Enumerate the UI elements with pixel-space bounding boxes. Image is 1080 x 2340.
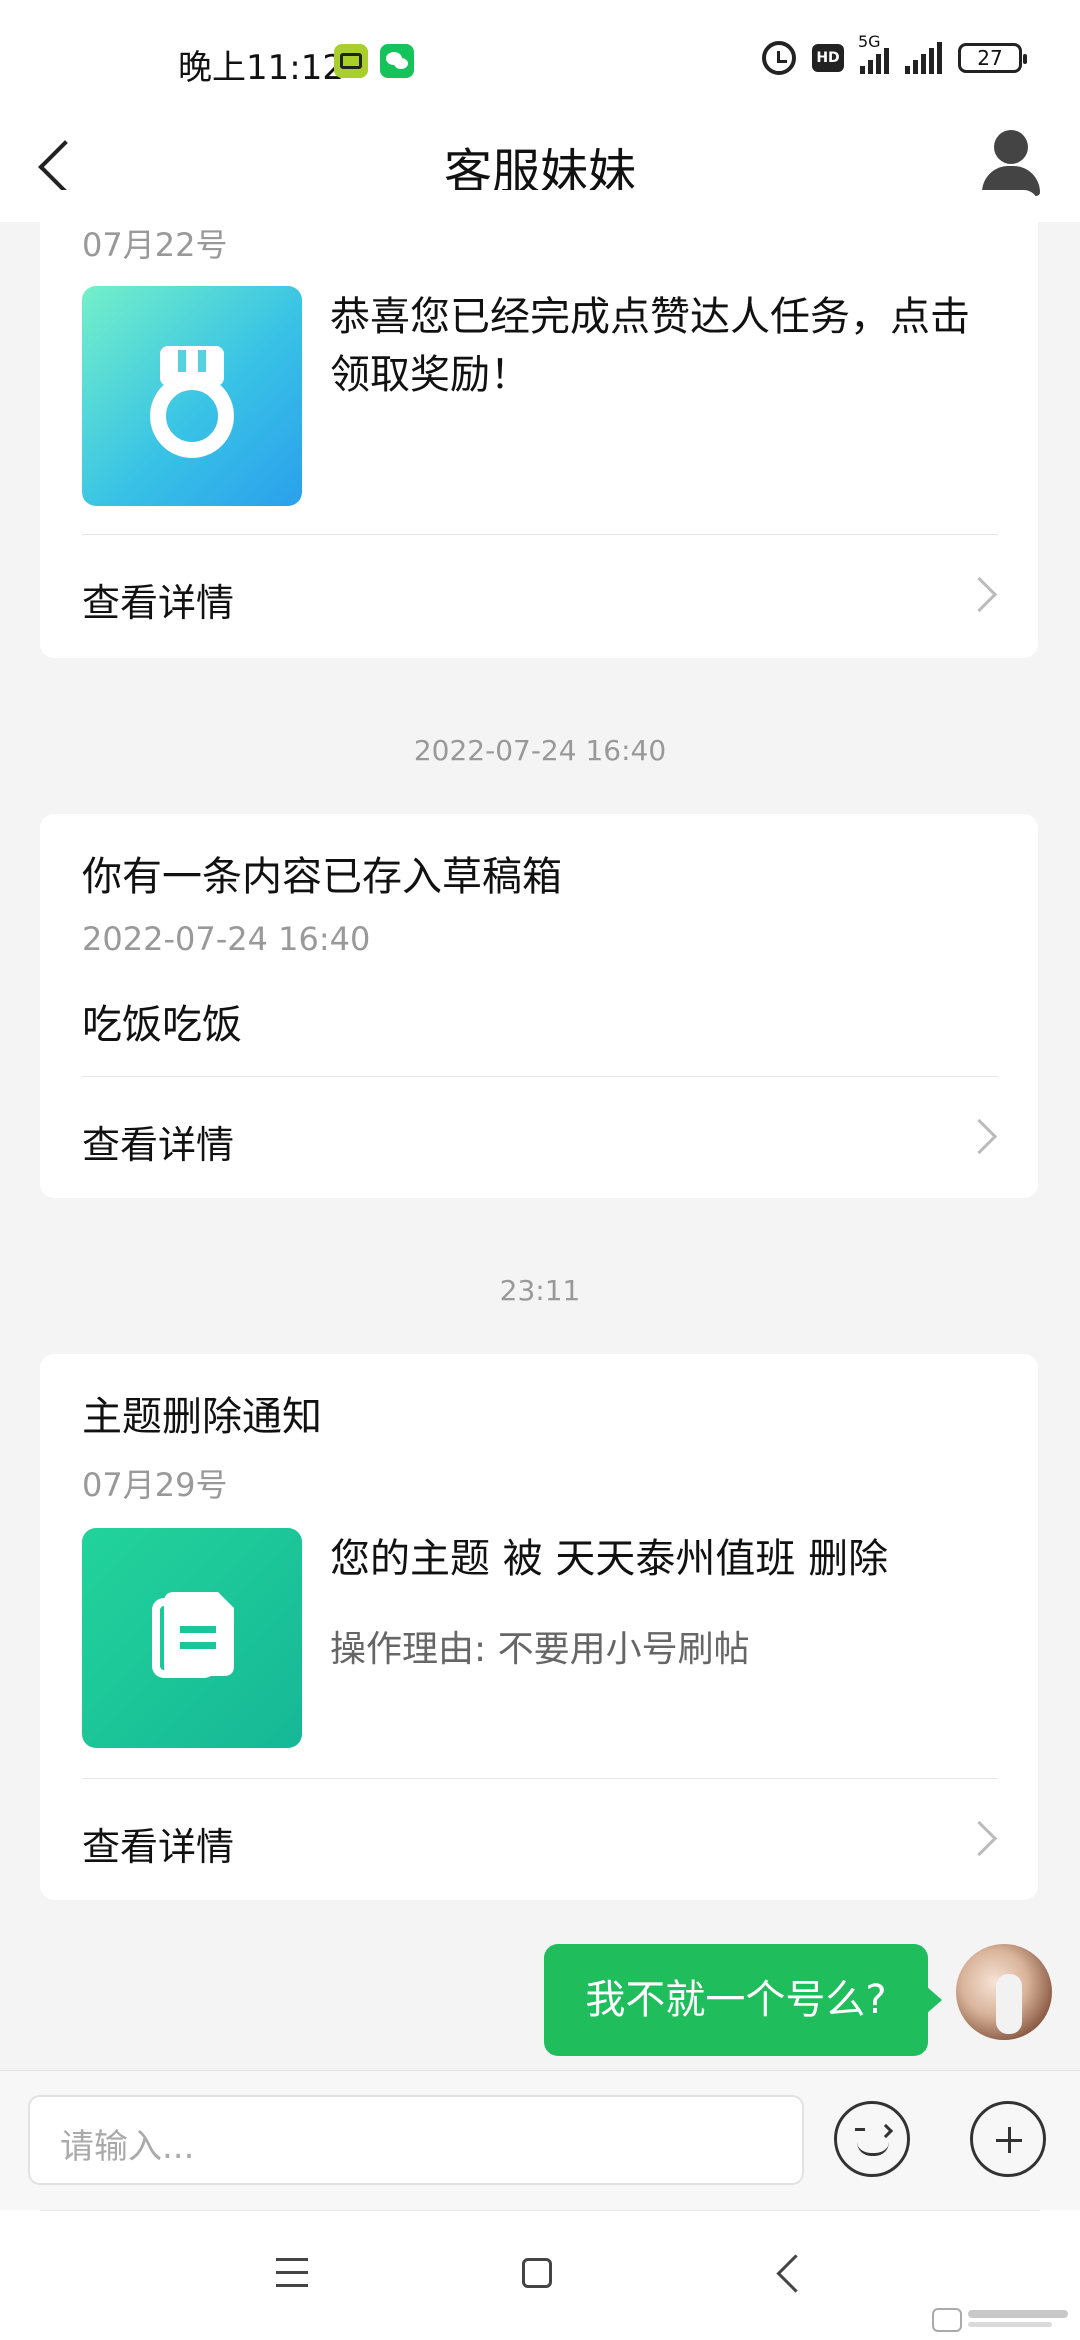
message-input[interactable]: 请输入... (28, 2095, 804, 2185)
card-date: 07月29号 (82, 1466, 228, 1504)
emoji-icon-eye (855, 2128, 865, 2131)
watermark-logo-mark (932, 2308, 962, 2332)
medal-icon (82, 286, 302, 506)
alarm-icon (762, 41, 796, 75)
network-type: 5G (858, 32, 881, 51)
add-button[interactable] (970, 2101, 1046, 2177)
person-icon (994, 130, 1028, 164)
profile-button[interactable] (976, 126, 1046, 196)
chevron-right-icon (961, 1118, 998, 1155)
document-icon (82, 1528, 302, 1748)
message-card: 07月22号 恭喜您已经完成点赞达人任务，点击领取奖励！ 查看详情 (40, 190, 1038, 658)
battery-icon: 27 (958, 43, 1027, 73)
message-card: 主题删除通知 07月29号 您的主题 被 天天泰州值班 删除 操作理由: 不要用… (40, 1354, 1038, 1900)
card-divider (82, 1778, 998, 1779)
document-glyph (152, 1592, 234, 1678)
avatar[interactable] (956, 1944, 1052, 2040)
watermark-logo (920, 2300, 1080, 2340)
card-title: 你有一条内容已存入草稿箱 (82, 854, 562, 900)
sim-card-icon (334, 44, 368, 78)
emoji-icon-mouth (857, 2142, 889, 2156)
chevron-right-icon (961, 1820, 998, 1857)
view-details-link[interactable]: 查看详情 (40, 536, 1038, 656)
chevron-right-icon (961, 576, 998, 613)
message-card: 你有一条内容已存入草稿箱 2022-07-24 16:40 吃饭吃饭 查看详情 (40, 814, 1038, 1198)
card-description: 您的主题 被 天天泰州值班 删除 (330, 1536, 889, 1582)
card-date: 07月22号 (82, 226, 228, 264)
view-details-link[interactable]: 查看详情 (40, 1078, 1038, 1198)
medal-glyph (150, 346, 234, 458)
emoji-button[interactable] (834, 2101, 910, 2177)
sent-message-bubble[interactable]: 我不就一个号么? (544, 1944, 942, 2056)
signal-5g-icon: 5G (858, 32, 889, 74)
watermark-logo-text (968, 2310, 1068, 2318)
system-nav-bar (0, 2210, 1080, 2340)
chat-screen: 晚上11:12 HD 5G 27 客服妹妹 07月22号 恭喜您已经完成点赞达人… (0, 0, 1080, 2340)
card-body: 吃饭吃饭 (82, 1002, 242, 1048)
card-divider (82, 1076, 998, 1077)
input-bar: 请输入... (0, 2070, 1080, 2211)
view-details-label: 查看详情 (82, 581, 235, 625)
card-reason: 操作理由: 不要用小号刷帖 (330, 1629, 750, 1670)
view-details-label: 查看详情 (82, 1123, 235, 1167)
status-time: 晚上11:12 (178, 48, 344, 88)
back-nav-icon[interactable] (776, 2254, 815, 2293)
input-placeholder: 请输入... (60, 2127, 195, 2167)
emoji-icon-wink (878, 2123, 894, 2139)
card-divider (82, 534, 998, 535)
view-details-link[interactable]: 查看详情 (40, 1780, 1038, 1900)
card-date: 2022-07-24 16:40 (82, 920, 371, 958)
watermark-logo-subtext (968, 2322, 1052, 2327)
card-description: 恭喜您已经完成点赞达人任务，点击领取奖励！ (330, 294, 970, 398)
menu-icon[interactable] (276, 2258, 308, 2288)
hd-icon: HD (812, 44, 844, 72)
status-indicators: HD 5G 27 (762, 32, 1027, 78)
message-timestamp: 2022-07-24 16:40 (413, 734, 667, 767)
wechat-icon (380, 44, 414, 78)
signal-icon (905, 42, 942, 74)
home-icon[interactable] (522, 2258, 552, 2288)
card-title: 主题删除通知 (82, 1394, 322, 1440)
message-timestamp: 23:11 (499, 1274, 581, 1307)
nav-divider (40, 2210, 1040, 2211)
status-bar: 晚上11:12 HD 5G 27 (0, 0, 1080, 112)
view-details-label: 查看详情 (82, 1825, 235, 1869)
